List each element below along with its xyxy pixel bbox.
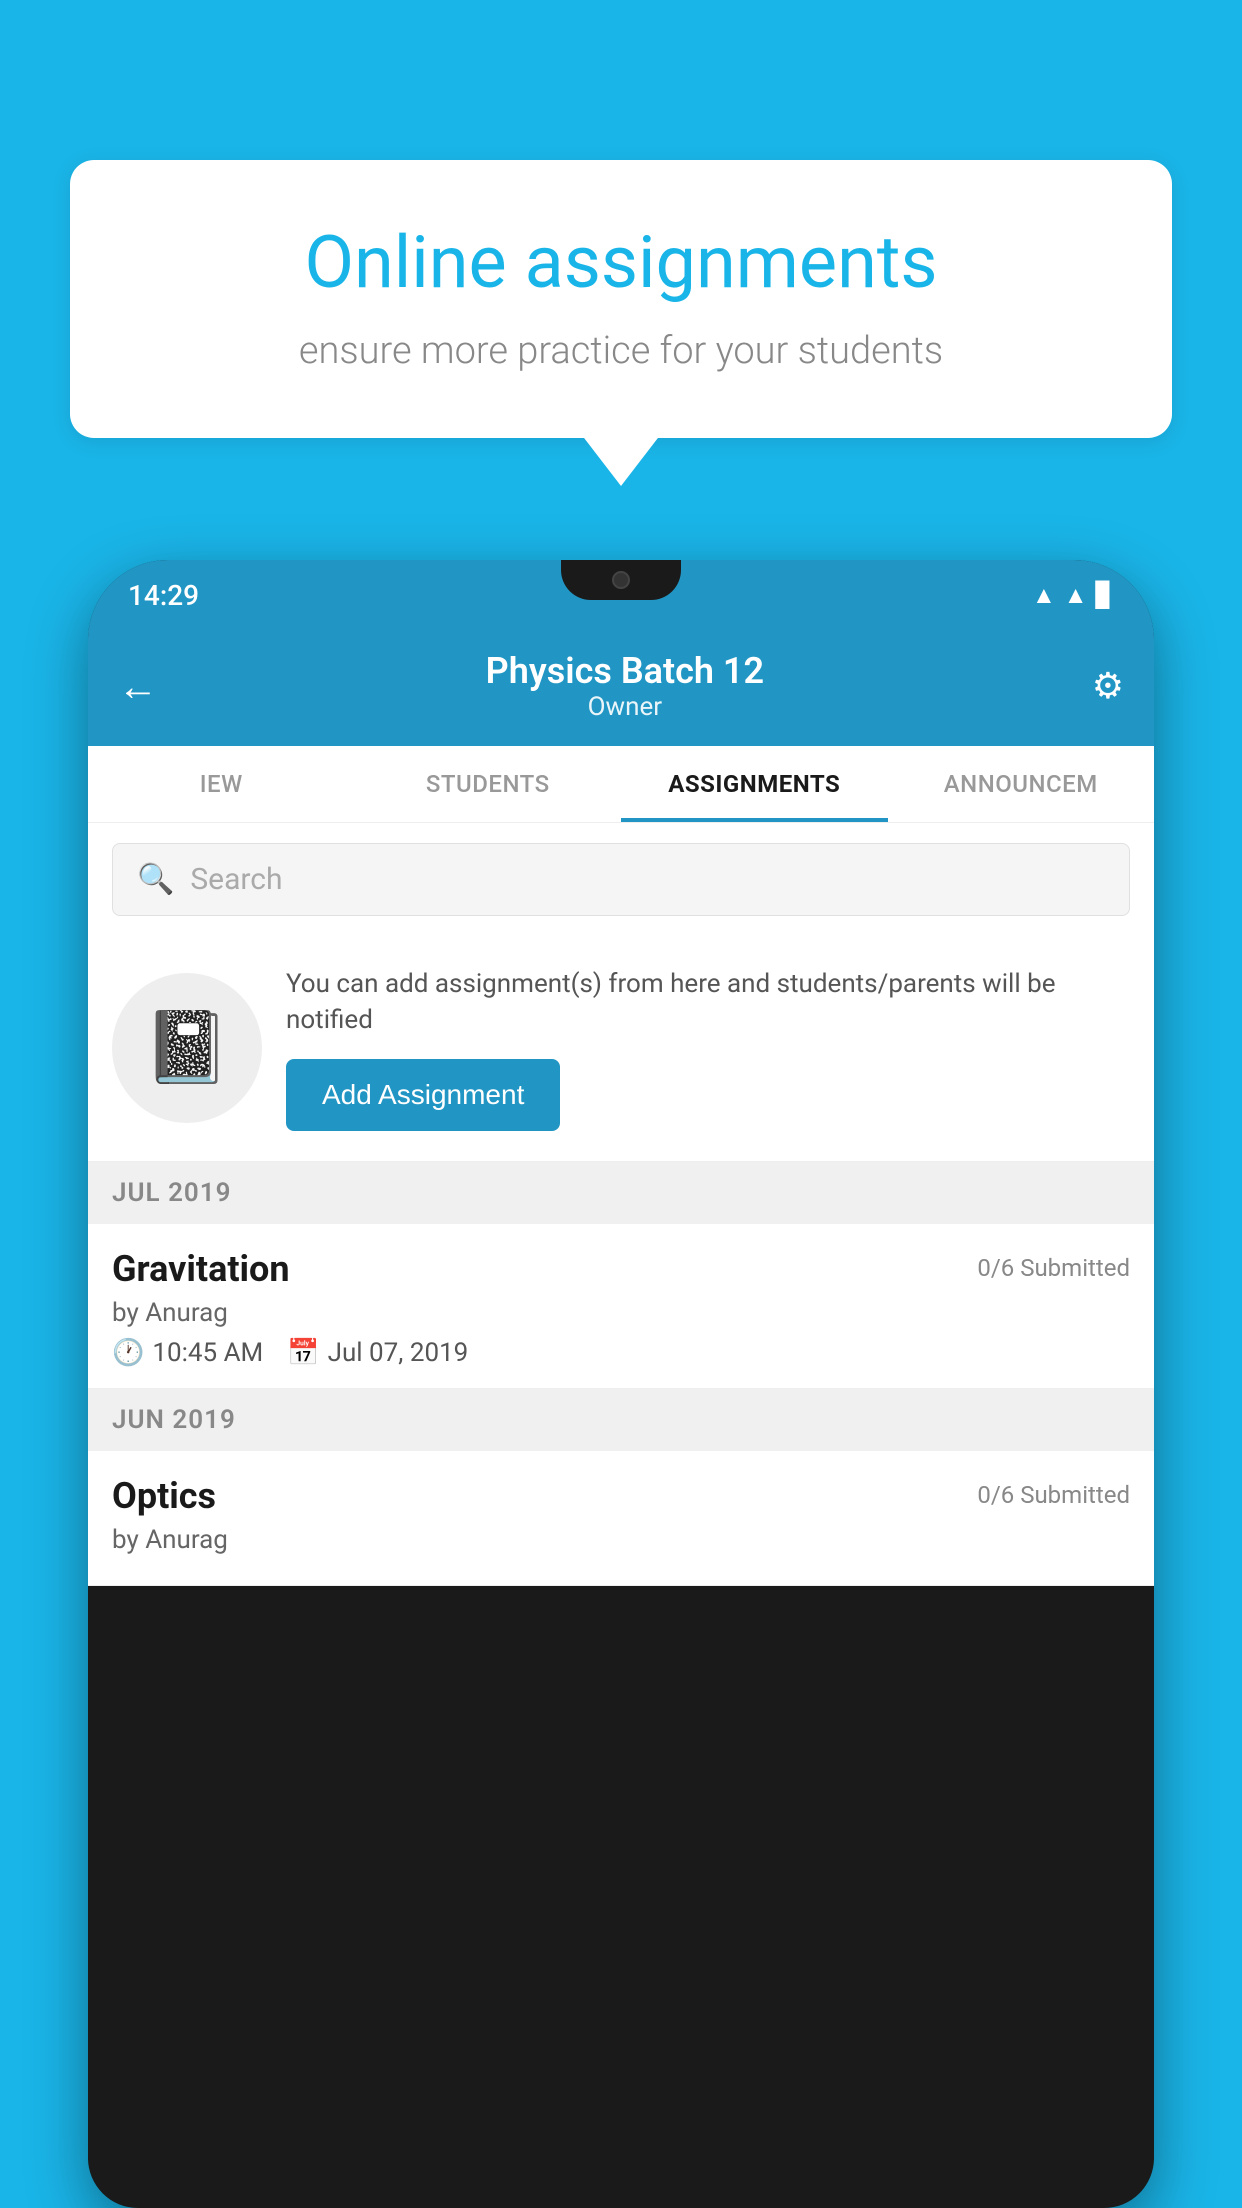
assignment-date-gravitation: Jul 07, 2019 (328, 1338, 469, 1368)
assignment-submitted-optics: 0/6 Submitted (977, 1475, 1130, 1509)
assignment-time-gravitation: 10:45 AM (152, 1338, 263, 1368)
phone-mockup: 14:29 ▲ ▲ ▊ ← Physics Batch 12 Owner ⚙ I… (88, 560, 1154, 2208)
status-icons: ▲ ▲ ▊ (1032, 581, 1114, 610)
assignment-submitted-gravitation: 0/6 Submitted (977, 1248, 1130, 1282)
phone-notch (561, 560, 681, 600)
tab-iew[interactable]: IEW (88, 746, 355, 822)
assignment-item-gravitation[interactable]: Gravitation 0/6 Submitted by Anurag 🕐 10… (88, 1224, 1154, 1389)
section-header-jul: JUL 2019 (88, 1162, 1154, 1224)
wifi-icon: ▲ (1032, 581, 1056, 610)
speech-bubble-title: Online assignments (140, 220, 1102, 305)
header-title-area: Physics Batch 12 Owner (486, 650, 764, 722)
section-label-jul: JUL 2019 (112, 1178, 232, 1208)
section-header-jun: JUN 2019 (88, 1389, 1154, 1451)
tab-students[interactable]: STUDENTS (355, 746, 622, 822)
assignment-title-optics: Optics (112, 1475, 216, 1517)
phone-time: 14:29 (128, 579, 199, 612)
promo-right: You can add assignment(s) from here and … (286, 966, 1130, 1131)
promo-text: You can add assignment(s) from here and … (286, 966, 1130, 1039)
assignment-by-gravitation: by Anurag (112, 1298, 1130, 1328)
app-header: ← Physics Batch 12 Owner ⚙ (88, 630, 1154, 746)
phone-camera (612, 571, 630, 589)
phone-content: 🔍 Search 📓 You can add assignment(s) fro… (88, 823, 1154, 1586)
search-bar[interactable]: 🔍 Search (112, 843, 1130, 916)
search-icon: 🔍 (137, 862, 174, 897)
speech-bubble: Online assignments ensure more practice … (70, 160, 1172, 438)
assignment-item-optics[interactable]: Optics 0/6 Submitted by Anurag (88, 1451, 1154, 1586)
tab-assignments[interactable]: ASSIGNMENTS (621, 746, 888, 822)
back-button[interactable]: ← (118, 663, 158, 710)
header-title: Physics Batch 12 (486, 650, 764, 692)
header-subtitle: Owner (486, 692, 764, 722)
promo-icon-circle: 📓 (112, 973, 262, 1123)
add-assignment-button[interactable]: Add Assignment (286, 1059, 560, 1131)
assignment-promo: 📓 You can add assignment(s) from here an… (88, 936, 1154, 1162)
assignment-meta-gravitation: 🕐 10:45 AM 📅 Jul 07, 2019 (112, 1338, 1130, 1368)
assignment-top-gravitation: Gravitation 0/6 Submitted (112, 1248, 1130, 1290)
search-placeholder: Search (190, 862, 282, 897)
speech-bubble-container: Online assignments ensure more practice … (70, 160, 1172, 438)
assignment-title-gravitation: Gravitation (112, 1248, 290, 1290)
meta-time-gravitation: 🕐 10:45 AM (112, 1338, 263, 1368)
tab-announcements[interactable]: ANNOUNCEM (888, 746, 1155, 822)
notebook-icon: 📓 (143, 1007, 230, 1089)
tabs-bar: IEW STUDENTS ASSIGNMENTS ANNOUNCEM (88, 746, 1154, 823)
speech-bubble-subtitle: ensure more practice for your students (140, 329, 1102, 373)
calendar-icon: 📅 (287, 1338, 319, 1368)
meta-date-gravitation: 📅 Jul 07, 2019 (287, 1338, 468, 1368)
clock-icon: 🕐 (112, 1338, 144, 1368)
battery-icon: ▊ (1096, 581, 1114, 609)
assignment-top-optics: Optics 0/6 Submitted (112, 1475, 1130, 1517)
section-label-jun: JUN 2019 (112, 1405, 236, 1435)
assignment-by-optics: by Anurag (112, 1525, 1130, 1555)
search-bar-container: 🔍 Search (88, 823, 1154, 936)
status-bar: 14:29 ▲ ▲ ▊ (88, 560, 1154, 630)
settings-icon[interactable]: ⚙ (1092, 665, 1124, 707)
signal-icon: ▲ (1064, 581, 1088, 610)
